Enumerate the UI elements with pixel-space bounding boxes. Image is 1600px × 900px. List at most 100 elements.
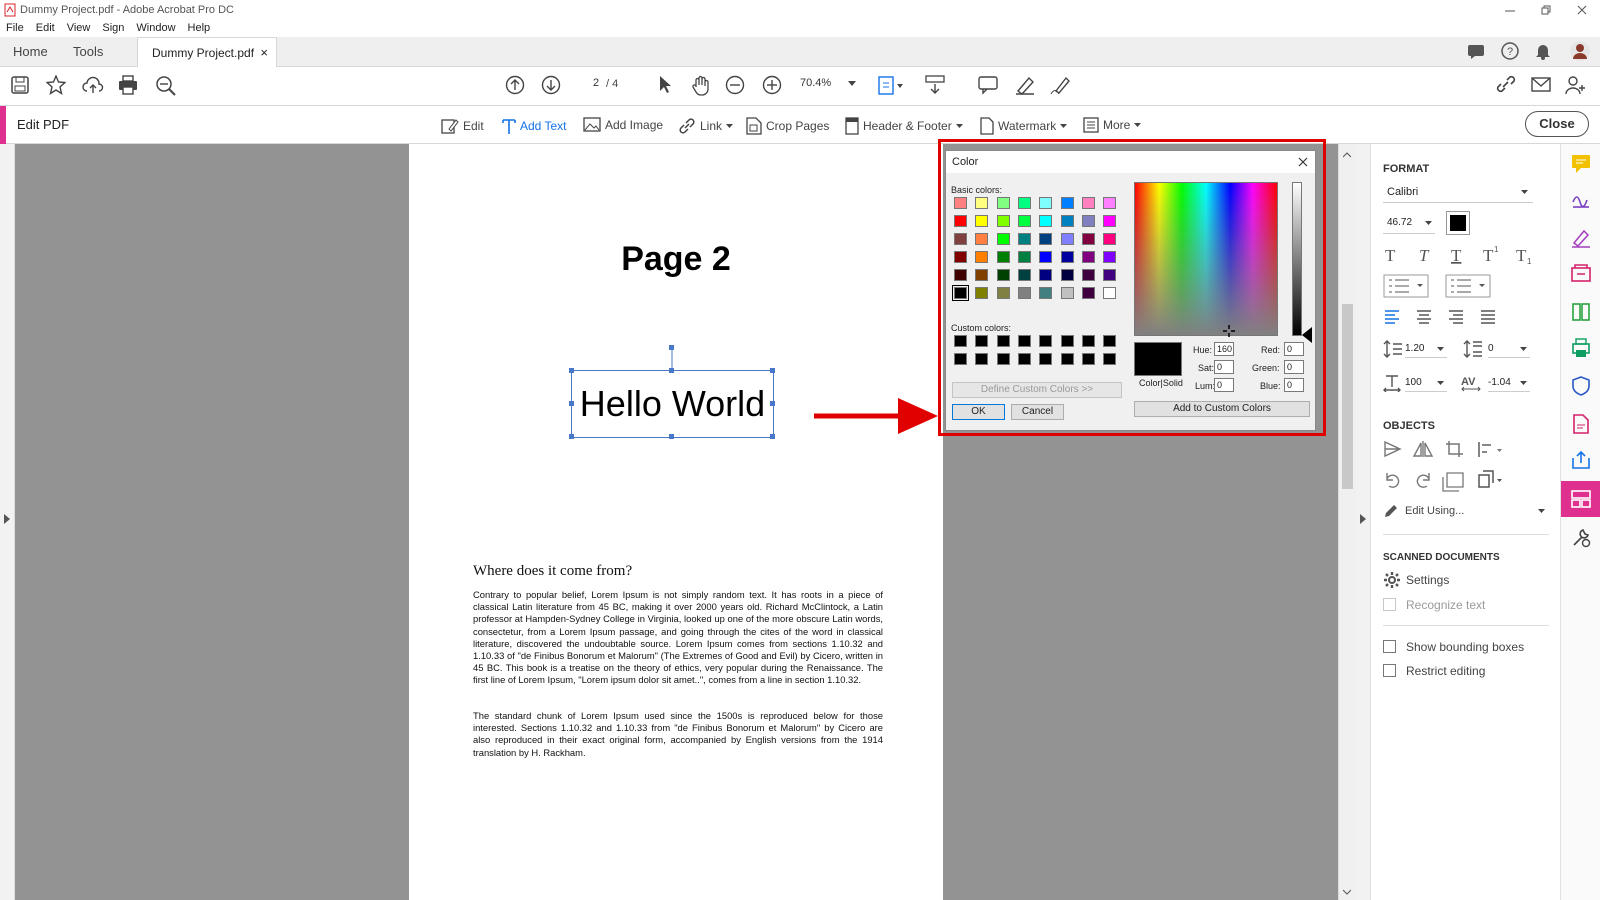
tab-home[interactable]: Home: [13, 37, 48, 67]
expand-left-panel-icon[interactable]: [4, 514, 10, 524]
zoom-out-icon[interactable]: [725, 75, 745, 95]
link-button[interactable]: Link: [678, 117, 734, 135]
prev-page-icon[interactable]: [505, 75, 525, 95]
crop-pages-button[interactable]: Crop Pages: [746, 117, 829, 135]
rotate-left-icon[interactable]: [1386, 473, 1400, 488]
fit-page-icon[interactable]: [877, 75, 905, 97]
notification-bell-icon[interactable]: [1535, 42, 1551, 60]
chevron-down-icon[interactable]: [1479, 284, 1485, 287]
close-edit-button[interactable]: Close: [1525, 111, 1589, 137]
chevron-down-icon[interactable]: [1497, 479, 1502, 482]
minimize-icon[interactable]: [1504, 4, 1516, 16]
more-tools-icon[interactable]: [1571, 528, 1591, 548]
horizontal-scale-select[interactable]: 100: [1405, 374, 1447, 392]
restrict-editing-option[interactable]: Restrict editing: [1383, 662, 1553, 680]
tab-close-icon[interactable]: ×: [260, 38, 268, 68]
bulleted-list-icon[interactable]: [1389, 279, 1409, 293]
line-spacing-select[interactable]: 1.20: [1405, 340, 1447, 358]
fill-sign-icon[interactable]: [1571, 190, 1591, 210]
more-button[interactable]: More: [1083, 117, 1142, 133]
crop-image-icon[interactable]: [1446, 441, 1463, 457]
show-bounding-boxes-option[interactable]: Show bounding boxes: [1383, 638, 1553, 656]
paragraph-spacing-select[interactable]: 0: [1488, 340, 1530, 358]
zoom-level-select[interactable]: 70.4%: [800, 77, 860, 95]
window-close-icon[interactable]: [1576, 4, 1588, 16]
zoom-in-icon[interactable]: [762, 75, 782, 95]
comment-tool-icon[interactable]: [1571, 154, 1591, 174]
edit-using-dropdown[interactable]: Edit Using...: [1383, 503, 1549, 521]
watermark-button[interactable]: Watermark: [980, 117, 1068, 135]
compare-icon[interactable]: [1571, 302, 1591, 322]
numbered-list-icon[interactable]: [1451, 279, 1471, 293]
export-pdf-icon[interactable]: [1571, 450, 1591, 470]
add-user-icon[interactable]: [1565, 75, 1587, 95]
show-bounding-boxes-checkbox[interactable]: [1383, 640, 1396, 653]
tab-tools[interactable]: Tools: [73, 37, 103, 67]
avatar[interactable]: [1569, 40, 1591, 62]
menu-file[interactable]: File: [6, 22, 24, 34]
menu-window[interactable]: Window: [136, 22, 175, 34]
font-size-select[interactable]: 46.72: [1383, 214, 1435, 234]
scroll-mode-icon[interactable]: [925, 75, 945, 95]
scroll-up-icon[interactable]: [1343, 152, 1351, 158]
text-color-button[interactable]: [1446, 211, 1470, 235]
add-image-button[interactable]: Add Image: [583, 117, 663, 133]
align-center-icon[interactable]: [1417, 310, 1431, 324]
star-icon[interactable]: [46, 75, 66, 95]
text-style-normal-icon[interactable]: T: [1385, 246, 1396, 265]
character-spacing-select[interactable]: -1.04: [1488, 374, 1530, 392]
protect-shield-icon[interactable]: [1571, 376, 1591, 396]
restore-icon[interactable]: [1540, 4, 1552, 16]
save-icon[interactable]: [10, 75, 30, 95]
recognize-text-checkbox[interactable]: [1383, 598, 1396, 611]
collapse-right-panel-icon[interactable]: [1360, 514, 1366, 524]
align-left-icon[interactable]: [1385, 310, 1399, 324]
signature-icon[interactable]: [1571, 228, 1591, 248]
chat-icon[interactable]: [1467, 44, 1485, 60]
comment-icon[interactable]: [978, 75, 998, 95]
highlight-pen-icon[interactable]: [1014, 75, 1036, 95]
chevron-down-icon[interactable]: [1417, 284, 1423, 287]
zoom-search-icon[interactable]: [155, 75, 177, 97]
next-page-icon[interactable]: [541, 75, 561, 95]
print-production-icon[interactable]: [1571, 338, 1591, 358]
menu-sign[interactable]: Sign: [102, 22, 124, 34]
cloud-upload-icon[interactable]: [82, 75, 104, 95]
flip-vertical-icon[interactable]: [1384, 440, 1402, 458]
selection-handles[interactable]: [567, 344, 779, 442]
tab-document[interactable]: Dummy Project.pdf ×: [137, 37, 277, 68]
add-text-button[interactable]: Add Text: [502, 117, 566, 135]
help-icon[interactable]: ?: [1501, 42, 1519, 60]
sign-pen-icon[interactable]: [1050, 75, 1072, 95]
replace-image-icon[interactable]: [1442, 472, 1464, 492]
edit-button[interactable]: Edit: [441, 117, 484, 135]
select-cursor-icon[interactable]: [657, 75, 673, 95]
edit-pdf-tool-active[interactable]: [1561, 481, 1600, 517]
organize-pages-icon[interactable]: [1571, 264, 1591, 284]
align-justify-icon[interactable]: [1481, 310, 1495, 324]
arrange-objects-icon[interactable]: [1478, 442, 1491, 457]
create-pdf-icon[interactable]: [1571, 414, 1591, 434]
email-icon[interactable]: [1531, 75, 1551, 93]
menu-edit[interactable]: Edit: [36, 22, 55, 34]
menu-view[interactable]: View: [67, 22, 91, 34]
vertical-scrollbar[interactable]: [1338, 144, 1356, 900]
superscript-icon[interactable]: T: [1483, 246, 1494, 265]
font-family-select[interactable]: Calibri: [1383, 183, 1533, 203]
align-right-icon[interactable]: [1449, 310, 1463, 324]
scroll-down-icon[interactable]: [1343, 889, 1351, 895]
restrict-editing-checkbox[interactable]: [1383, 664, 1396, 677]
rotate-right-icon[interactable]: [1416, 473, 1430, 488]
header-footer-button[interactable]: Header & Footer: [845, 117, 963, 135]
chevron-down-icon[interactable]: [1497, 449, 1502, 452]
print-icon[interactable]: [118, 75, 138, 95]
flip-horizontal-icon[interactable]: [1412, 441, 1434, 457]
group-objects-icon[interactable]: [1478, 470, 1494, 488]
text-style-underline-icon[interactable]: T: [1451, 246, 1462, 265]
text-style-italic-icon[interactable]: T: [1419, 246, 1430, 265]
hand-tool-icon[interactable]: [690, 75, 712, 97]
subscript-icon[interactable]: T: [1516, 246, 1527, 265]
recognize-text-option[interactable]: Recognize text: [1383, 596, 1543, 614]
menu-help[interactable]: Help: [188, 22, 211, 34]
settings-button[interactable]: Settings: [1383, 571, 1543, 589]
